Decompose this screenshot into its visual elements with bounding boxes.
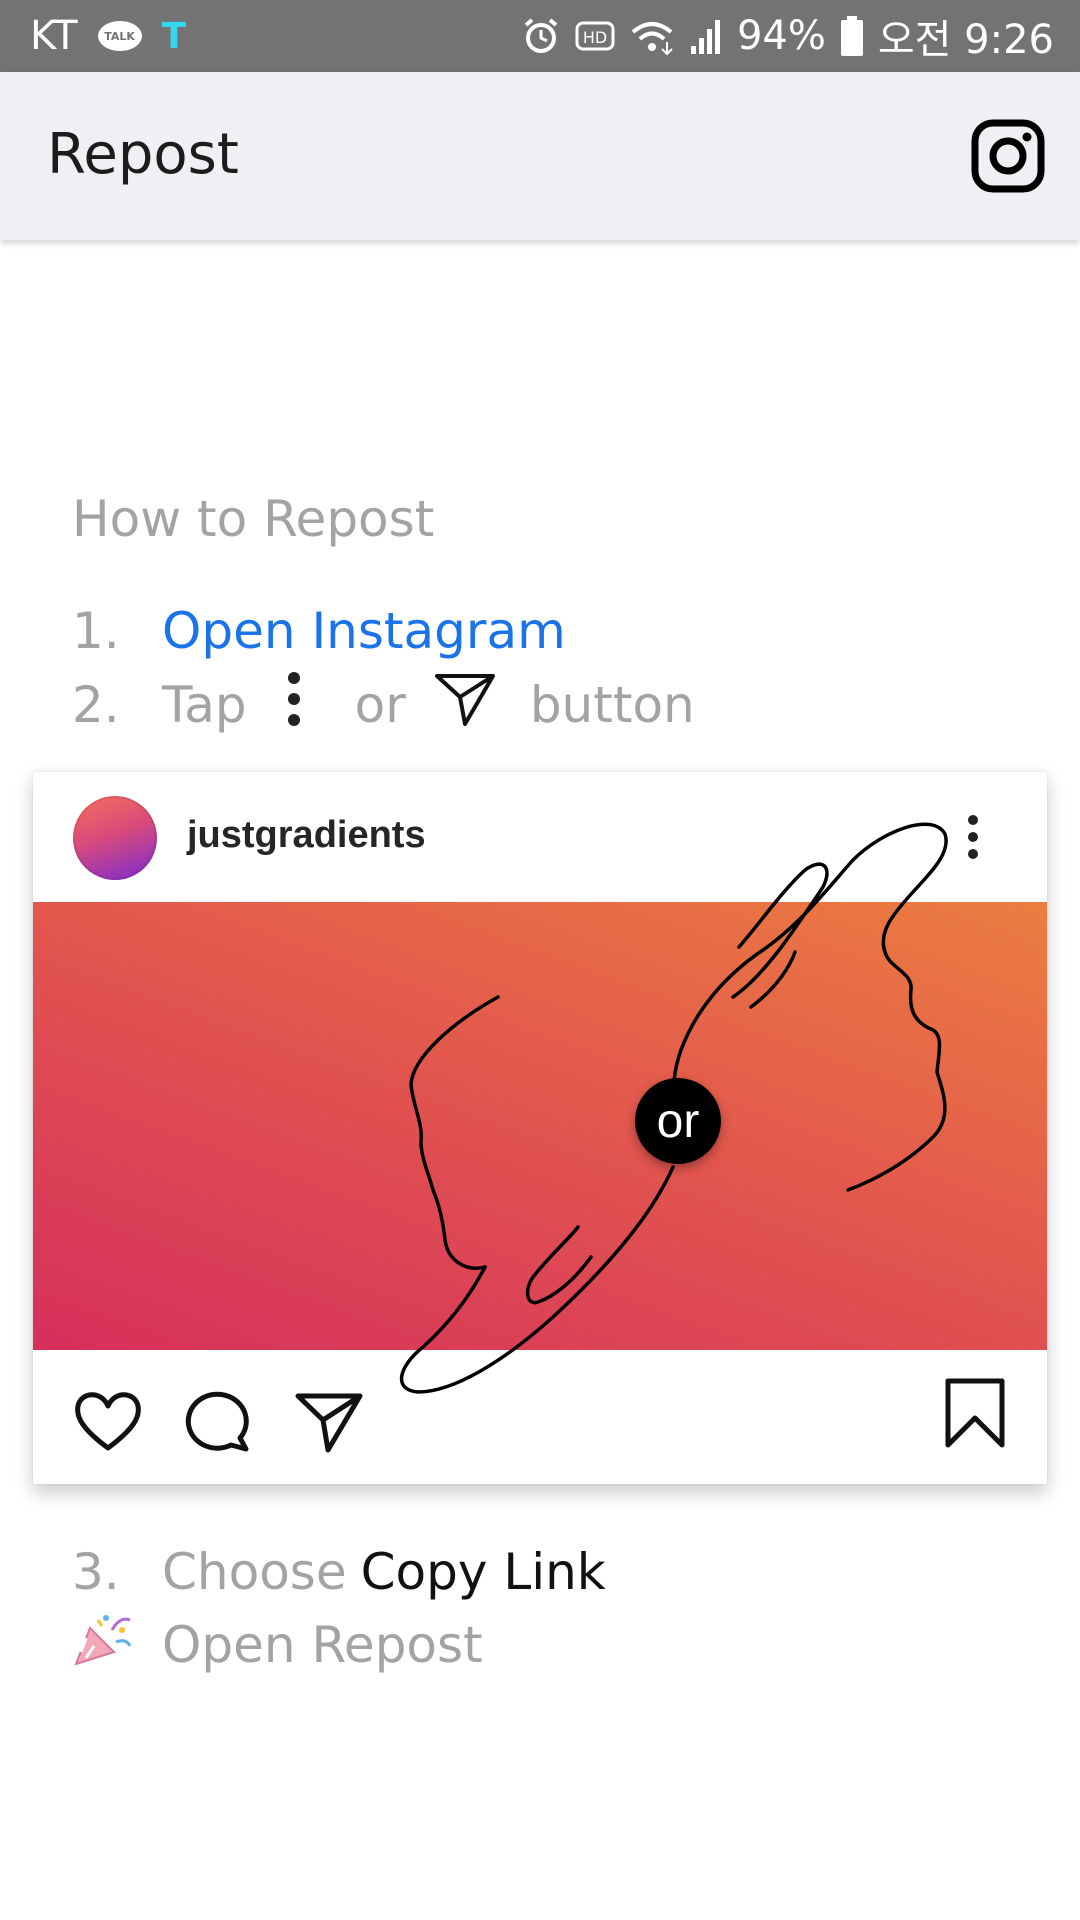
step-text: button [529, 676, 695, 734]
instagram-icon[interactable] [970, 118, 1046, 194]
bookmark-icon [945, 1378, 1005, 1452]
signal-icon [689, 16, 723, 56]
battery-icon [840, 15, 864, 57]
post-username: justgradients [187, 814, 426, 856]
status-bar: KT TALK T HD 94% 오전 9:26 [0, 0, 1080, 72]
clock: 오전 9:26 [877, 17, 1054, 63]
step-4: Open Repost [72, 1610, 483, 1680]
more-vertical-icon [287, 670, 301, 740]
step-text: Choose [162, 1543, 347, 1601]
open-instagram-link[interactable]: Open Instagram [162, 602, 566, 660]
post-image [33, 902, 1047, 1350]
step-number: 1. [72, 602, 120, 660]
instagram-post-illustration: justgradients or [33, 772, 1047, 1484]
or-badge: or [635, 1078, 721, 1164]
carrier-label: KT [30, 13, 78, 59]
post-actions [33, 1350, 1047, 1484]
avatar [73, 796, 157, 880]
paper-plane-icon [434, 670, 496, 740]
party-popper-icon [72, 1610, 162, 1680]
open-repost-label: Open Repost [162, 1616, 483, 1674]
alarm-icon [521, 16, 561, 56]
battery-percent: 94% [736, 13, 826, 59]
wifi-icon [629, 16, 675, 56]
copy-link-label: Copy Link [360, 1543, 606, 1601]
step-3: 3. Choose Copy Link [72, 1537, 606, 1607]
more-vertical-icon [961, 812, 985, 864]
howto-heading: How to Repost [72, 490, 435, 548]
app-bar: Repost [0, 72, 1080, 240]
kakaotalk-icon: TALK [97, 21, 142, 51]
step-number: 3. [72, 1543, 120, 1601]
step-text: Tap [162, 676, 247, 734]
step-2: 2. Tap or button [72, 670, 695, 740]
t-app-icon: T [161, 15, 187, 57]
svg-text:HD: HD [583, 28, 607, 47]
page-title: Repost [47, 122, 239, 187]
step-1: 1. Open Instagram [72, 596, 566, 666]
step-number: 2. [72, 676, 120, 734]
comment-icon [185, 1388, 251, 1456]
heart-icon [73, 1388, 143, 1456]
hd-icon: HD [575, 19, 615, 53]
share-icon [295, 1390, 363, 1458]
step-text: or [354, 676, 406, 734]
